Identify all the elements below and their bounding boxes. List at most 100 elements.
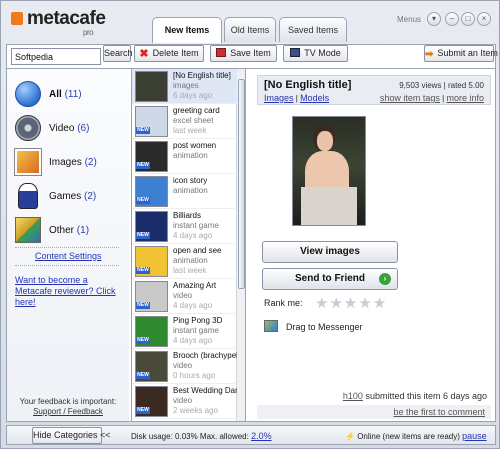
scrollbar-thumb[interactable] (238, 79, 245, 289)
item-date: 2 weeks ago (173, 406, 218, 415)
breadcrumb-separator: | (295, 94, 298, 103)
breadcrumb-images[interactable]: Images (264, 93, 294, 103)
content-settings-link[interactable]: Content Settings (35, 251, 102, 261)
tab-old-items[interactable]: Old Items (224, 17, 276, 42)
submit-item-button[interactable]: ➡ Submit an Item (424, 45, 498, 62)
more-info-link[interactable]: more info (446, 93, 484, 103)
lightning-icon: ⚡ (345, 432, 355, 441)
category-images[interactable]: Images (2) (15, 149, 125, 177)
submit-arrow-icon: ➡ (425, 49, 434, 60)
list-item[interactable]: NEW Billiards instant game 4 days ago (132, 209, 237, 244)
breadcrumb-models[interactable]: Models (300, 93, 329, 103)
send-to-friend-button[interactable]: Send to Friend › (262, 268, 398, 290)
tab-saved-items[interactable]: Saved Items (279, 17, 347, 42)
categories-sidebar: All (11) Video (6) Images (2) Games (2) … (7, 69, 129, 421)
list-item[interactable]: NEW greeting card excel sheet last week (132, 104, 237, 139)
star-icon[interactable]: ★ (373, 294, 386, 312)
category-count: (1) (76, 225, 90, 236)
list-item[interactable]: NEW Best Wedding Dan...video2 weeks ago (132, 384, 237, 419)
tv-mode-button[interactable]: TV Mode (283, 45, 348, 62)
show-tags-link[interactable]: show item tags (380, 93, 440, 103)
list-item[interactable]: [No English title] images 6 days ago (132, 69, 237, 104)
submitter-link[interactable]: h100 (343, 391, 363, 401)
close-icon[interactable]: × (477, 12, 491, 26)
search-button[interactable]: Search (103, 45, 133, 62)
item-type: video (173, 396, 193, 405)
star-icon[interactable]: ★ (315, 294, 328, 312)
status-bar: Hide Categories << Disk usage: 0.03% Max… (6, 425, 496, 445)
item-date: 4 days ago (173, 231, 213, 240)
maximize-icon[interactable]: □ (461, 12, 475, 26)
photo-face (317, 131, 333, 151)
arrow-right-icon: › (379, 273, 391, 285)
item-date: 4 days ago (173, 336, 213, 345)
category-other[interactable]: Other (1) (15, 217, 125, 245)
save-label: Save Item (230, 48, 271, 58)
category-video[interactable]: Video (6) (15, 115, 125, 143)
item-title: Best Wedding Dan... (173, 386, 237, 395)
item-type: video (173, 291, 193, 300)
item-preview-image[interactable] (292, 116, 366, 226)
item-type: excel sheet (173, 116, 214, 125)
item-detail: [No English title] 9,503 views | rated 5… (257, 75, 491, 419)
menu-dropdown-icon[interactable]: ▾ (427, 12, 441, 26)
category-count: (11) (64, 89, 82, 100)
list-item[interactable]: NEW Amazing Art video 4 days ago (132, 279, 237, 314)
list-item[interactable]: NEW Brooch (brachypel...video0 hours ago (132, 349, 237, 384)
tv-icon (290, 48, 301, 57)
item-type: animation (173, 256, 208, 265)
item-title: Ping Pong 3D (173, 316, 223, 325)
detail-header: [No English title] 9,503 views | rated 5… (257, 75, 491, 105)
submitted-text: submitted this item 6 days ago (365, 391, 487, 401)
list-item[interactable]: NEW open and see animation last week (132, 244, 237, 279)
first-comment-link[interactable]: be the first to comment (393, 407, 485, 417)
pause-link[interactable]: pause (462, 431, 487, 441)
item-title: open and see (173, 246, 222, 255)
save-item-button[interactable]: Save Item (210, 45, 277, 62)
support-feedback-link[interactable]: Support / Feedback (7, 407, 129, 416)
globe-icon (15, 81, 41, 107)
category-count: (2) (84, 191, 97, 202)
list-item[interactable]: NEW icon story animation (132, 174, 237, 209)
list-item[interactable]: NEWWelcome to Metac... (132, 419, 237, 421)
star-icon[interactable]: ★ (344, 294, 357, 312)
tv-label: TV Mode (304, 48, 341, 58)
view-images-button[interactable]: View images (262, 241, 398, 263)
cube-icon (15, 217, 41, 243)
minimize-icon[interactable]: – (445, 12, 459, 26)
menus-label[interactable]: Menus (397, 15, 421, 24)
items-list: [No English title] images 6 days ago NEW gre… (131, 69, 246, 421)
max-allowed-link[interactable]: 2.0% (251, 431, 272, 441)
item-thumbnail (135, 71, 168, 102)
new-badge: NEW (136, 267, 150, 274)
drag-to-messenger[interactable]: Drag to Messenger (264, 320, 363, 332)
item-title: post women (173, 141, 217, 150)
category-all[interactable]: All (11) (15, 81, 125, 109)
delete-item-button[interactable]: ✖ Delete Item (134, 45, 204, 62)
rating-stars[interactable]: ★★★★★ (315, 294, 387, 312)
category-games[interactable]: Games (2) (15, 183, 125, 211)
category-name: Other (49, 225, 75, 236)
list-scrollbar[interactable] (236, 69, 245, 421)
star-icon[interactable]: ★ (358, 294, 371, 312)
list-item[interactable]: NEW Ping Pong 3D instant game 4 days ago (132, 314, 237, 349)
photos-icon (15, 149, 41, 175)
new-badge: NEW (136, 302, 150, 309)
item-type: instant game (173, 221, 219, 230)
hide-categories-button[interactable]: Hide Categories << (32, 427, 111, 444)
feedback-note: Your feedback is important: (19, 397, 117, 406)
tab-new-items[interactable]: New Items (152, 17, 222, 43)
category-games-label: Games (2) (49, 191, 96, 202)
list-item[interactable]: NEW post women animation (132, 139, 237, 174)
item-title: Brooch (brachypel... (173, 351, 237, 360)
item-title: Billiards (173, 211, 202, 220)
comments-bar: be the first to comment (257, 405, 491, 419)
search-input[interactable] (11, 48, 101, 65)
category-count: (2) (84, 157, 97, 168)
reviewer-link[interactable]: Want to become a Metacafe reviewer? Clic… (15, 275, 123, 308)
category-images-label: Images (2) (49, 157, 97, 168)
star-icon[interactable]: ★ (329, 294, 342, 312)
delete-x-icon: ✖ (139, 48, 149, 60)
chess-icon (18, 183, 38, 209)
item-title: icon story (173, 176, 208, 185)
